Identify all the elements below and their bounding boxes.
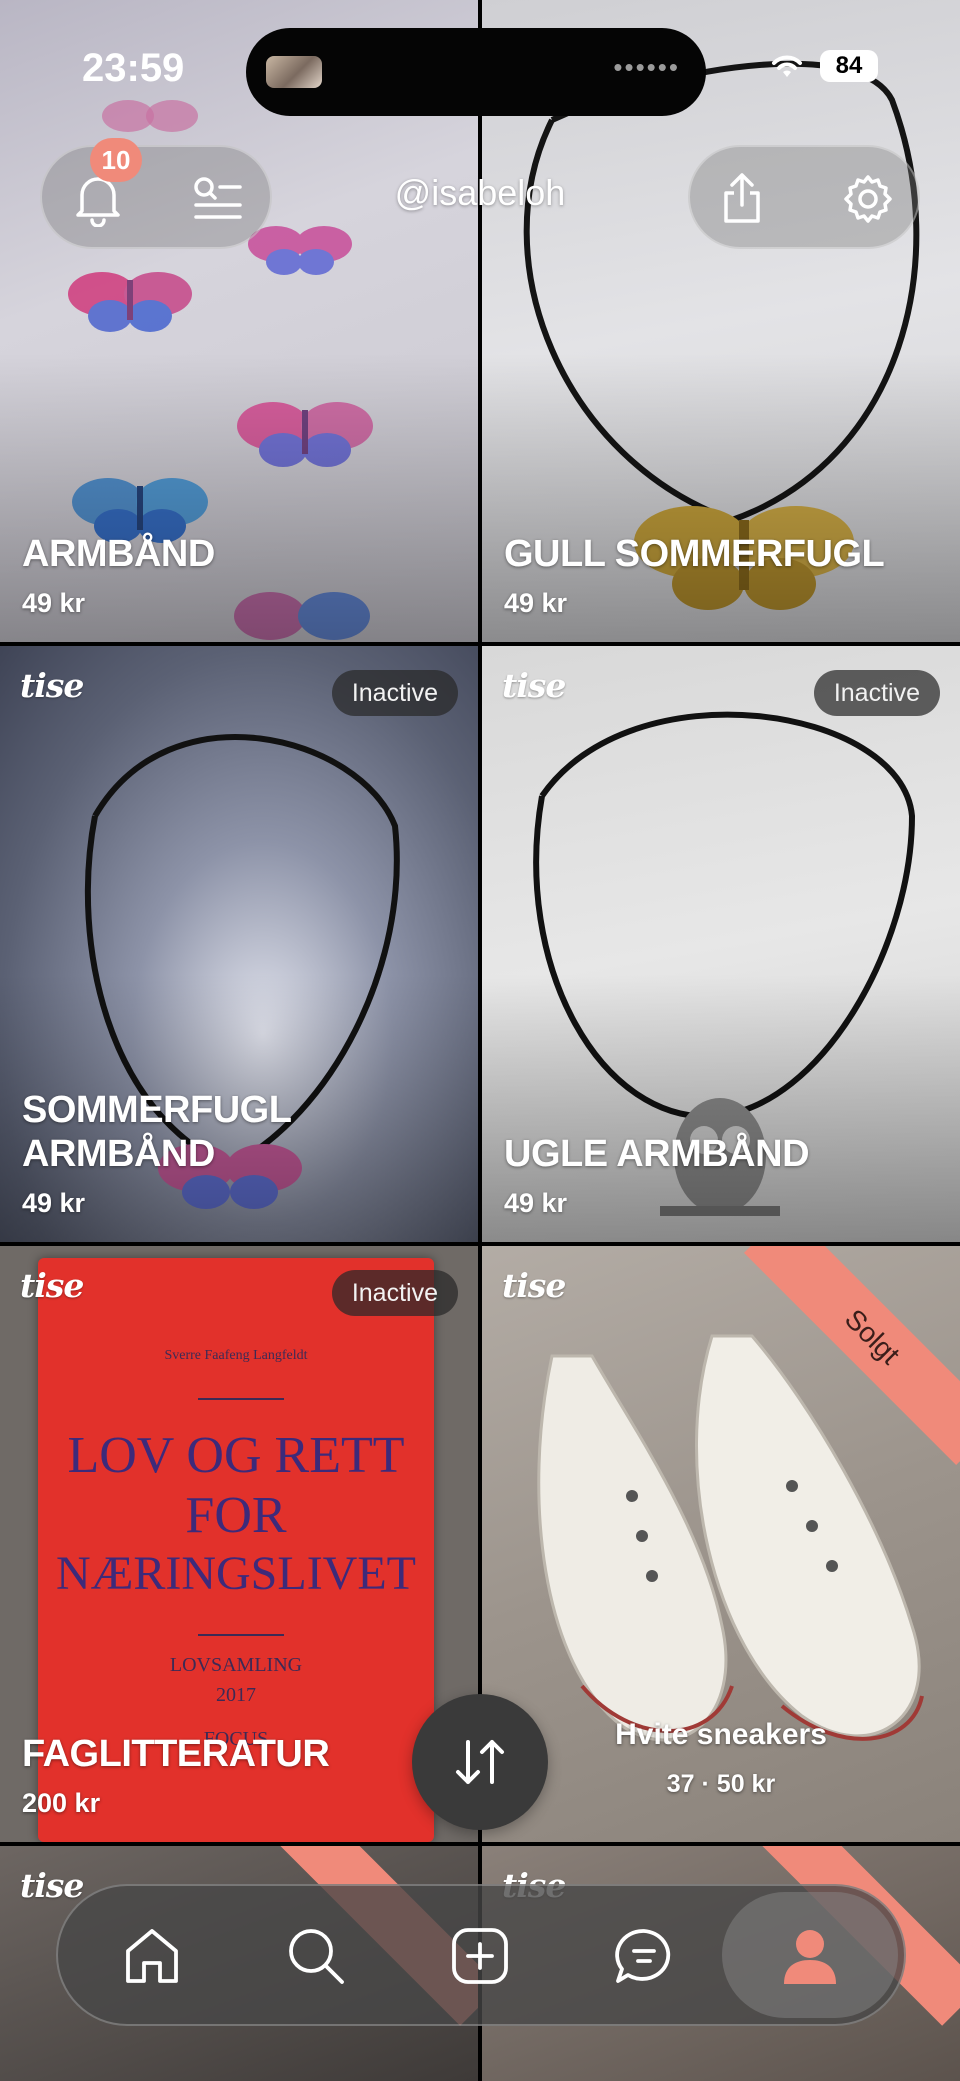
listing-title: Hvite sneakers [615, 1718, 827, 1751]
dynamic-island: •••••• [246, 28, 706, 116]
wifi-icon [772, 55, 802, 77]
tab-messages[interactable] [594, 1906, 694, 2006]
sort-arrows-icon [456, 1740, 504, 1784]
waveform-icon: •••••• [613, 52, 680, 82]
tise-watermark: tise [20, 1266, 84, 1305]
listing-title: FAGLITTERATUR [22, 1733, 330, 1775]
status-badge: Inactive [813, 670, 940, 716]
book-title-line3: NÆRINGSLIVET [56, 1547, 416, 1600]
tise-watermark: tise [502, 1266, 566, 1305]
gear-icon [844, 175, 892, 223]
listing-price: 200 kr [22, 1788, 101, 1818]
listing-title-line1: SOMMERFUGL [22, 1089, 292, 1131]
book-year: 2017 [216, 1684, 256, 1706]
home-icon [126, 1929, 178, 1983]
listing-price: 37 · 50 kr [666, 1770, 776, 1798]
listing-title: ARMBÅND [22, 533, 215, 575]
chat-icon [615, 1929, 671, 1983]
tab-home[interactable] [102, 1906, 202, 2006]
settings-button[interactable] [832, 163, 904, 235]
notification-count-badge: 10 [90, 138, 142, 182]
listing-card-hvite-sneakers[interactable]: tise Solgt Hvite sneakers 37 · 50 kr [482, 1246, 960, 1842]
tise-watermark: tise [20, 666, 84, 705]
share-icon [724, 173, 760, 223]
book-subtitle: LOVSAMLING [169, 1654, 303, 1676]
listing-title: UGLE ARMBÅND [504, 1133, 810, 1175]
sort-button[interactable] [412, 1694, 548, 1830]
add-icon [452, 1928, 508, 1984]
search-icon [289, 1929, 344, 1984]
listing-price: 49 kr [504, 588, 568, 618]
status-badge: Inactive [331, 1270, 458, 1316]
battery-indicator: 84 [820, 50, 878, 82]
listing-card-ugle-armband[interactable]: tise Inactive UGLE ARMBÅND 49 kr [482, 646, 960, 1242]
header-right-actions [688, 145, 920, 249]
media-thumbnail [266, 56, 322, 88]
bottom-tab-bar [56, 1884, 906, 2026]
tise-watermark: tise [502, 666, 566, 705]
share-button[interactable] [706, 163, 778, 235]
book-title-line1: LOV OG RETT [67, 1427, 405, 1484]
tab-profile[interactable] [760, 1906, 860, 2006]
header-left-actions [40, 145, 272, 249]
listing-title-line2: ARMBÅND [22, 1133, 215, 1175]
book-title-line2: FOR [185, 1487, 287, 1544]
search-list-button[interactable] [182, 163, 254, 235]
listing-price: 49 kr [22, 588, 86, 618]
listing-price: 49 kr [504, 1188, 568, 1218]
profile-icon [784, 1930, 836, 1984]
tise-watermark: tise [20, 1866, 84, 1905]
profile-username: @isabeloh [394, 172, 566, 213]
status-time: 23:59 [82, 46, 185, 90]
status-indicators: 84 [768, 50, 878, 82]
listing-price: 49 kr [22, 1188, 86, 1218]
status-badge: Inactive [331, 670, 458, 716]
listing-card-sommerfugl-armband[interactable]: tise Inactive SOMMERFUGL ARMBÅND 49 kr [0, 646, 478, 1242]
listing-title: GULL SOMMERFUGL [504, 533, 885, 575]
listing-card-faglitteratur[interactable]: Sverre Faafeng Langfeldt LOV OG RETT FOR… [0, 1246, 478, 1842]
book-author: Sverre Faafeng Langfeldt [164, 1348, 308, 1363]
search-list-icon [194, 177, 242, 219]
tab-add-listing[interactable] [430, 1906, 530, 2006]
tab-search[interactable] [266, 1906, 366, 2006]
